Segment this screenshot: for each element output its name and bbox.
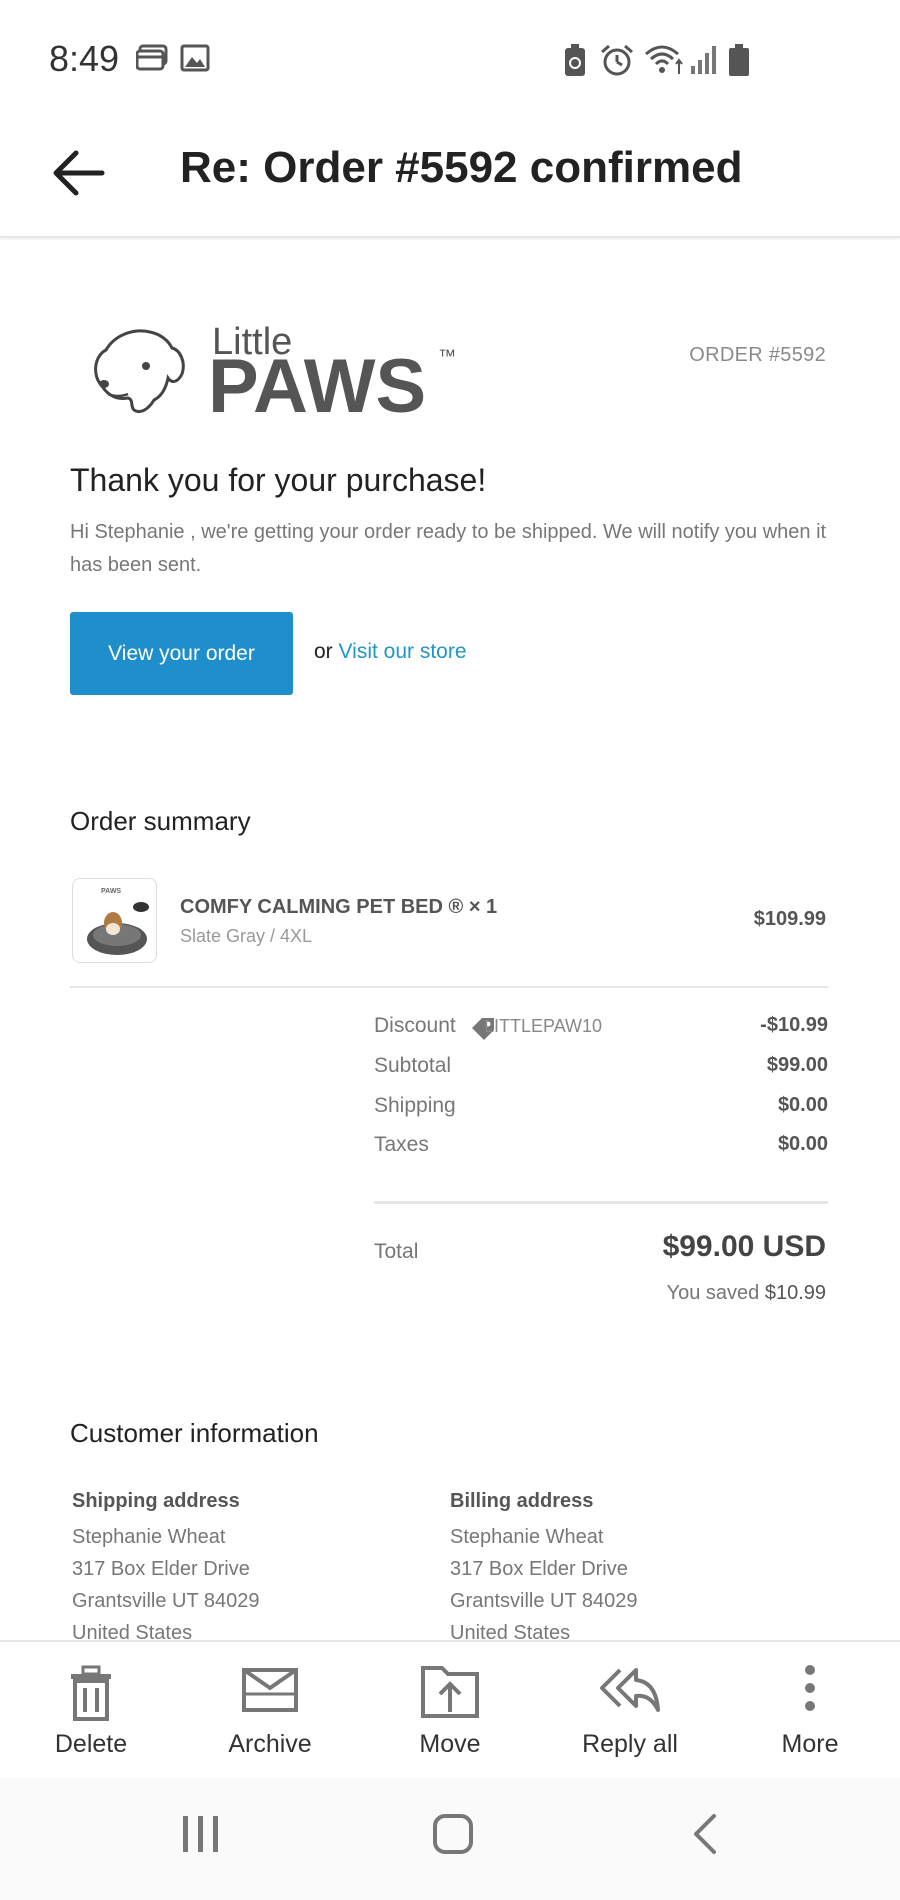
email-header: Re: Order #5592 confirmed — [0, 115, 900, 238]
signal-icon — [690, 44, 718, 79]
move-button[interactable]: Move — [375, 1642, 525, 1780]
taxes-label: Taxes — [374, 1133, 429, 1156]
recent-apps-icon — [183, 1816, 218, 1852]
shipping-label: Shipping — [374, 1094, 456, 1117]
more-button[interactable]: More — [735, 1642, 885, 1780]
trademark-symbol: ™ — [438, 346, 456, 366]
reply-all-label: Reply all — [582, 1730, 678, 1758]
product-variant: Slate Gray / 4XL — [180, 926, 313, 946]
billing-address-line: 317 Box Elder Drive — [450, 1558, 628, 1580]
system-back-button[interactable] — [690, 1812, 720, 1861]
email-subject: Re: Order #5592 confirmed — [180, 143, 743, 192]
status-time: 8:49 — [49, 38, 120, 79]
archive-icon — [242, 1668, 298, 1712]
alarm-icon — [600, 44, 634, 81]
system-nav-bar — [0, 1778, 900, 1900]
product-name: COMFY CALMING PET BED ® × 1 — [180, 896, 498, 918]
discount-label: Discount — [374, 1014, 456, 1037]
delete-button[interactable]: Delete — [16, 1642, 166, 1780]
taxes-value: $0.00 — [777, 1133, 828, 1155]
recent-apps-button[interactable] — [180, 1812, 222, 1861]
archive-button[interactable]: Archive — [195, 1642, 345, 1780]
order-number: ORDER #5592 — [689, 344, 826, 366]
delete-label: Delete — [54, 1730, 128, 1758]
customer-info-title: Customer information — [70, 1418, 319, 1448]
divider — [374, 1201, 828, 1204]
view-order-button[interactable]: View your order — [70, 612, 293, 695]
shipping-address-line: 317 Box Elder Drive — [72, 1558, 250, 1580]
status-bar: 8:49 — [0, 0, 900, 115]
home-icon — [433, 1814, 473, 1854]
battery-icon — [728, 44, 750, 81]
shipping-address-line: Stephanie Wheat — [72, 1526, 226, 1548]
taxes-row: Taxes $0.00 — [374, 1133, 828, 1163]
order-summary-title: Order summary — [70, 806, 251, 836]
reply-all-button[interactable]: Reply all — [555, 1642, 705, 1780]
shipping-address-line: United States — [72, 1622, 193, 1640]
more-vertical-icon — [805, 1665, 815, 1711]
back-button[interactable] — [48, 143, 108, 203]
move-folder-icon — [421, 1666, 479, 1718]
intro-text: Hi Stephanie , we're getting your order … — [70, 521, 827, 576]
discount-value: -$10.99 — [760, 1014, 828, 1036]
move-label: Move — [419, 1730, 481, 1758]
discount-row: Discount LITTLEPAW10 -$10.99 — [374, 1014, 828, 1044]
total-value: $99.00 USD — [662, 1230, 826, 1263]
thank-you-heading: Thank you for your purchase! — [70, 462, 487, 498]
billing-address-line: Grantsville UT 84029 — [450, 1590, 638, 1612]
shipping-row: Shipping $0.00 — [374, 1094, 828, 1124]
discount-code: LITTLEPAW10 — [484, 1016, 603, 1036]
action-toolbar: Delete Archive Move Reply all More — [0, 1640, 900, 1778]
product-price: $109.99 — [753, 908, 826, 930]
billing-address-line: United States — [450, 1622, 571, 1640]
total-label: Total — [374, 1240, 419, 1263]
divider — [70, 986, 828, 988]
subtotal-label: Subtotal — [374, 1054, 452, 1077]
wifi-icon — [644, 44, 686, 81]
email-body[interactable]: Little PAWS ™ ORDER #5592 Thank you for … — [0, 240, 900, 1640]
subtotal-row: Subtotal $99.00 — [374, 1054, 828, 1084]
or-visit-store: or Visit our store — [314, 640, 467, 664]
image-icon — [180, 44, 210, 77]
or-label: or — [314, 640, 333, 663]
shipping-address-line: Grantsville UT 84029 — [72, 1590, 260, 1612]
thumb-brand-text: PAWS — [101, 888, 121, 895]
card-icon — [135, 44, 168, 77]
billing-address-line: Stephanie Wheat — [450, 1526, 604, 1548]
savings-text: You saved $10.99 — [667, 1282, 826, 1305]
saved-amount: $10.99 — [764, 1282, 826, 1304]
archive-label: Archive — [228, 1730, 312, 1758]
brand-logo: Little PAWS ™ — [88, 306, 488, 429]
subtotal-value: $99.00 — [766, 1054, 828, 1076]
more-label: More — [781, 1730, 839, 1758]
trash-icon — [71, 1665, 111, 1721]
chevron-left-icon — [694, 1814, 716, 1854]
reply-all-icon — [600, 1668, 660, 1712]
shipping-address-title: Shipping address — [72, 1490, 240, 1512]
brand-large-text: PAWS — [208, 344, 426, 416]
shipping-value: $0.00 — [777, 1094, 828, 1116]
product-thumbnail[interactable]: PAWS — [72, 878, 157, 963]
saved-prefix: You saved — [666, 1282, 760, 1304]
battery-saver-icon — [563, 44, 587, 81]
arrow-left-icon — [53, 150, 105, 196]
visit-store-link[interactable]: Visit our store — [339, 640, 467, 663]
home-button[interactable] — [431, 1812, 475, 1861]
billing-address-title: Billing address — [450, 1490, 594, 1512]
